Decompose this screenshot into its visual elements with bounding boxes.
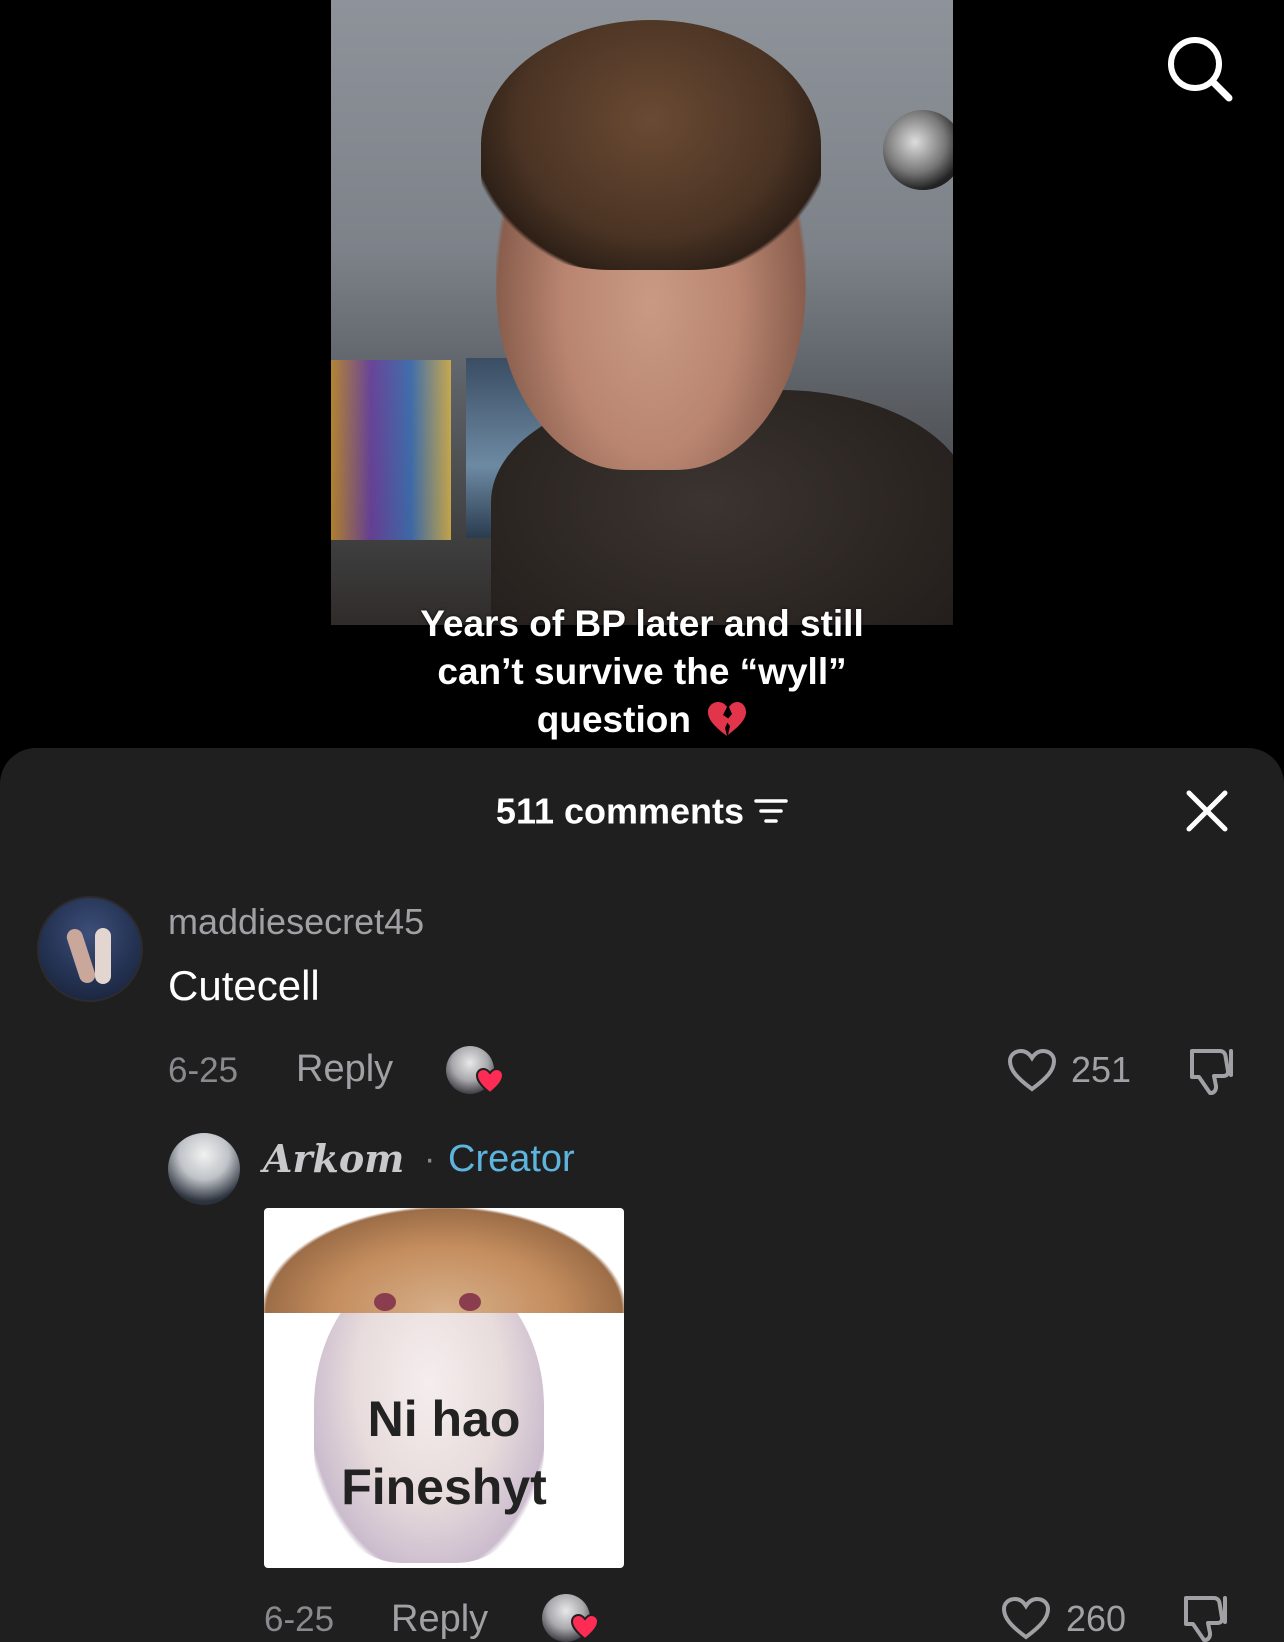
caption-line-1: Years of BP later and still xyxy=(420,603,864,644)
heart-icon xyxy=(476,1068,504,1094)
cat-eye xyxy=(459,1293,481,1311)
caption-line-3: question xyxy=(331,696,953,744)
person-hair xyxy=(481,20,821,270)
separator-dot: · xyxy=(424,1140,436,1178)
comment-text: Cutecell xyxy=(168,962,320,1009)
caption-line-3-text: question xyxy=(536,699,691,740)
heart-outline-icon[interactable] xyxy=(1006,1047,1058,1093)
heart-icon xyxy=(571,1614,599,1640)
sticker-text-line-2: Fineshyt xyxy=(341,1459,547,1515)
broken-heart-icon xyxy=(708,702,747,736)
filter-icon[interactable] xyxy=(754,796,788,826)
caption-line-2: can’t survive the “wyll” xyxy=(437,651,847,692)
heart-outline-icon[interactable] xyxy=(1000,1595,1052,1641)
comment-count: 511 comments xyxy=(495,790,745,832)
reply-username[interactable]: Arkom xyxy=(263,1133,404,1185)
reply-sticker-image[interactable]: Ni hao Fineshyt xyxy=(264,1208,624,1568)
comment-username[interactable]: maddiesecret45 xyxy=(168,898,424,946)
dislike-icon[interactable] xyxy=(1180,1594,1232,1642)
ceiling-lamp xyxy=(883,110,953,190)
comment-date: 6-25 xyxy=(168,1051,239,1090)
cat-eye xyxy=(374,1293,396,1311)
close-icon[interactable] xyxy=(1184,788,1230,834)
like-count: 251 xyxy=(1071,1049,1132,1090)
dislike-icon[interactable] xyxy=(1186,1047,1238,1097)
video-caption: Years of BP later and still can’t surviv… xyxy=(331,600,953,744)
creator-badge: Creator xyxy=(448,1138,575,1180)
video-player[interactable] xyxy=(331,0,953,625)
comments-header[interactable]: 511 comments xyxy=(0,785,1284,835)
search-icon[interactable] xyxy=(1165,34,1235,104)
straw-hat xyxy=(264,1208,624,1313)
reply-button[interactable]: Reply xyxy=(296,1046,393,1092)
wall-poster xyxy=(331,360,451,540)
avatar-figure xyxy=(64,926,98,986)
avatar-figure xyxy=(95,928,111,984)
reply-date: 6-25 xyxy=(264,1600,335,1639)
sticker-text-line-1: Ni hao xyxy=(367,1391,521,1447)
avatar[interactable] xyxy=(37,896,143,1002)
reply-button[interactable]: Reply xyxy=(391,1596,488,1642)
creator-avatar[interactable] xyxy=(168,1133,240,1205)
like-count: 260 xyxy=(1066,1598,1127,1639)
